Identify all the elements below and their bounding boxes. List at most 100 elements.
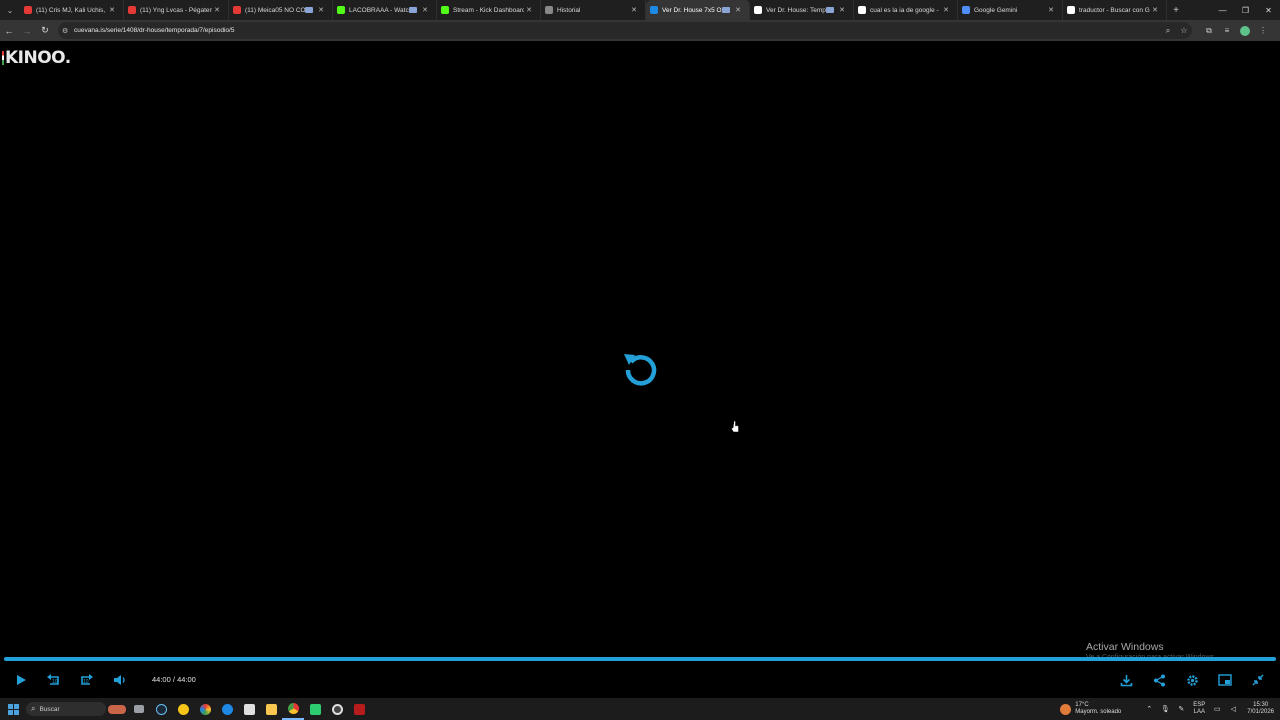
obs-icon[interactable] [326,698,348,720]
google-icon [858,6,866,14]
close-tab-icon[interactable]: ✕ [1150,6,1160,14]
close-tab-icon[interactable]: ✕ [316,6,326,14]
bookmark-star-icon[interactable]: ☆ [1176,26,1192,35]
browser-tab[interactable]: (11) Cris MJ, Kali Uchis, Jh ✕ [20,0,124,20]
settings-button[interactable] [1182,670,1202,690]
download-button[interactable] [1116,670,1136,690]
close-tab-icon[interactable]: ✕ [629,6,639,14]
close-tab-icon[interactable]: ✕ [212,6,222,14]
browser-tab[interactable]: Google Gemini ✕ [958,0,1063,20]
chrome-icon[interactable] [282,698,304,720]
steam-icon[interactable] [150,698,172,720]
browser-tab[interactable]: LACOBRAAA - Watch ✕ [333,0,437,20]
rewind-10-button[interactable]: 10 [44,670,64,690]
lang-line2: LAA [1193,709,1205,715]
volume-button[interactable] [110,670,130,690]
forward-10-button[interactable]: 10 [76,670,96,690]
red-app-icon[interactable] [348,698,370,720]
kick-icon [337,6,345,14]
microphone-icon[interactable]: 🎙 [1159,705,1171,713]
tab-label: LACOBRAAA - Watch [349,6,409,14]
media-playing-icon[interactable] [826,7,834,13]
picture-in-picture-button[interactable] [1215,670,1235,690]
extensions-icon[interactable]: ⧉ [1200,26,1218,36]
share-button[interactable] [1149,670,1169,690]
download-icon [1120,674,1132,686]
browser-tab[interactable]: traductor - Buscar con Go ✕ [1063,0,1167,20]
media-playing-icon[interactable] [409,7,417,13]
store-icon[interactable] [238,698,260,720]
zoom-icon[interactable]: ⌕ [1160,26,1176,36]
windows-logo-icon [7,703,19,715]
close-tab-icon[interactable]: ✕ [941,6,951,14]
close-tab-icon[interactable]: ✕ [1046,6,1056,14]
google-icon [1067,6,1075,14]
task-view-icon[interactable] [128,698,150,720]
close-tab-icon[interactable]: ✕ [524,6,534,14]
minimize-icon[interactable]: — [1211,0,1234,20]
chevron-up-icon[interactable]: ⌃ [1143,705,1155,713]
exit-fullscreen-icon [1252,674,1264,686]
windows-taskbar: ⌕ Buscar 17°C Mayorm. soleado ⌃ 🎙 ✎ ESP … [0,698,1280,720]
browser-tab[interactable]: (11) Yng Lvcas - Pégatem ✕ [124,0,229,20]
edge-icon[interactable] [216,698,238,720]
browser-tab[interactable]: (11) Meica05 NO COI ✕ [229,0,333,20]
browser-tab[interactable]: Ver Dr. House 7x5 On ✕ [646,0,750,20]
tab-search-chevron-icon[interactable]: ⌄ [0,0,20,20]
rewind-10-icon: 10 [47,674,59,685]
pen-icon[interactable]: ✎ [1175,705,1187,713]
browser-tab[interactable]: Stream - Kick Dashboard ✕ [437,0,541,20]
restore-icon[interactable]: ❐ [1234,0,1257,20]
site-info-icon[interactable]: ⚙ [62,27,74,35]
forward-button[interactable]: → [18,20,36,41]
network-icon[interactable]: ▭ [1211,705,1223,713]
close-tab-icon[interactable]: ✕ [107,6,117,14]
weather-widget[interactable]: 17°C Mayorm. soleado [1060,702,1121,716]
start-button[interactable] [0,698,26,720]
clock-time: 15:30 [1253,702,1269,708]
profile-avatar[interactable] [1240,25,1250,36]
close-tab-icon[interactable]: ✕ [733,6,743,14]
media-playing-icon[interactable] [722,7,730,13]
logo-flag-icon [2,51,4,65]
play-icon [17,675,26,685]
hand-cursor-icon [731,421,739,433]
youtube-icon [128,6,136,14]
browser-tab[interactable]: Historial ✕ [541,0,646,20]
new-tab-button[interactable]: + [1167,5,1185,16]
kick-icon [441,6,449,14]
play-button[interactable] [11,670,31,690]
lang-line1: ESP [1193,702,1206,708]
close-window-icon[interactable]: ✕ [1257,0,1280,20]
tab-label: cual es la ia de google - B [870,6,941,14]
clock[interactable]: 15:30 7/01/2026 [1247,702,1274,716]
reading-list-icon[interactable]: ≡ [1218,26,1236,35]
site-logo[interactable]: KINOO. [2,48,71,68]
browser-tab[interactable]: cual es la ia de google - B ✕ [854,0,958,20]
colorful-app-icon[interactable] [194,698,216,720]
close-tab-icon[interactable]: ✕ [420,6,430,14]
address-bar[interactable]: ⚙ cuevana.is/serie/1408/dr-house/tempora… [58,22,1192,39]
svg-text:10: 10 [83,679,89,685]
search-highlight-icon[interactable] [106,698,128,720]
search-icon: ⌕ [31,704,36,713]
menu-icon[interactable]: ⋮ [1254,26,1272,35]
time-display: 44:00 / 44:00 [152,675,196,684]
weather-desc: Mayorm. soleado [1075,709,1122,715]
close-tab-icon[interactable]: ✕ [837,6,847,14]
exit-fullscreen-button[interactable] [1248,670,1268,690]
norton-icon[interactable] [172,698,194,720]
taskbar-search[interactable]: ⌕ Buscar [26,702,106,716]
progress-bar[interactable] [4,657,1276,661]
forward-10-icon: 10 [81,674,93,685]
file-explorer-icon[interactable] [260,698,282,720]
tab-label: Ver Dr. House: Tempo [766,6,826,14]
media-playing-icon[interactable] [305,7,313,13]
green-app-icon[interactable] [304,698,326,720]
volume-tray-icon[interactable]: ◁ [1227,705,1239,713]
browser-tab[interactable]: Ver Dr. House: Tempo ✕ [750,0,854,20]
replay-icon[interactable] [620,348,660,388]
language-indicator[interactable]: ESP LAA [1193,702,1205,716]
back-button[interactable]: ← [0,20,18,41]
reload-button[interactable]: ↻ [36,20,54,41]
